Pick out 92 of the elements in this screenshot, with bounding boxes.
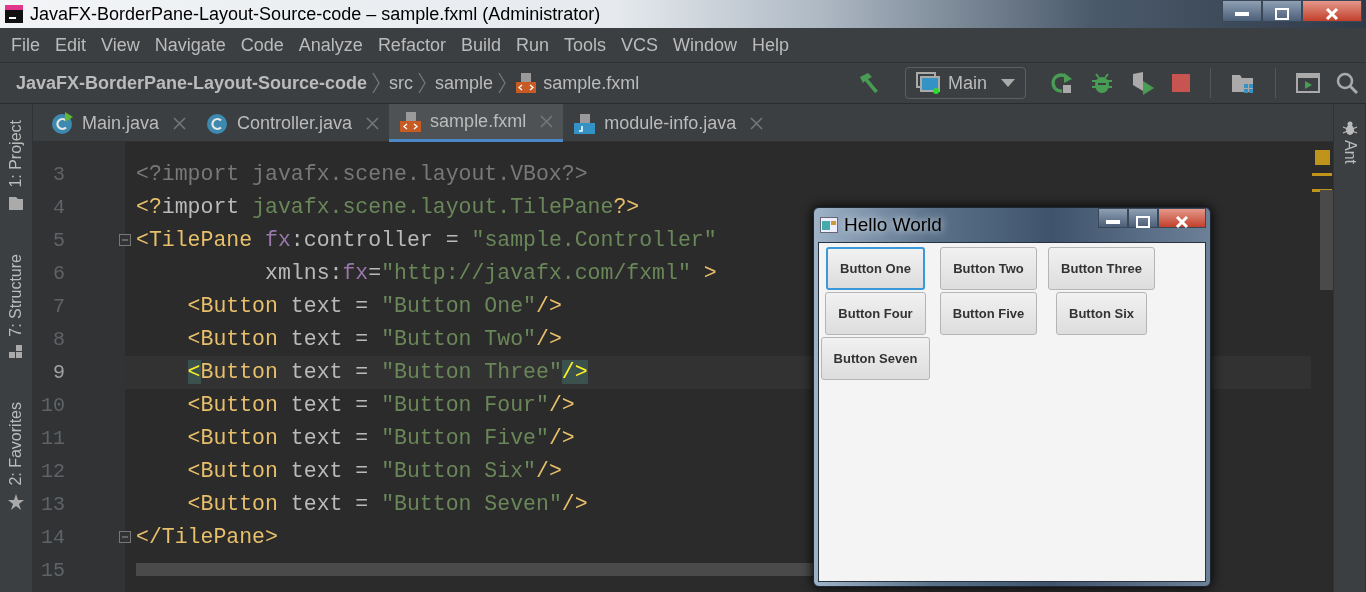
chevron-icon xyxy=(417,72,428,94)
minimize-button[interactable] xyxy=(1098,208,1128,228)
app-button[interactable]: Button Five xyxy=(939,292,1038,335)
tool-window-tab[interactable]: 1: Project xyxy=(4,120,28,188)
close-icon xyxy=(1325,7,1339,20)
code-line: <Button text = "Button Two"/> xyxy=(186,327,562,351)
coverage-icon[interactable] xyxy=(1130,71,1156,95)
app-button[interactable]: Button Three xyxy=(1048,247,1155,290)
code-line: <Button text = "Button Four"/> xyxy=(186,393,575,417)
menu-item[interactable]: Edit xyxy=(48,31,95,59)
file-icon xyxy=(399,110,423,133)
menu-item[interactable]: View xyxy=(94,31,148,59)
class-run-icon xyxy=(51,111,74,135)
window-title: Hello World xyxy=(844,212,942,237)
warning-marker[interactable] xyxy=(1312,173,1332,176)
minimize-icon xyxy=(1235,10,1249,17)
menu-item[interactable]: Tools xyxy=(556,31,614,59)
menu-item[interactable]: Help xyxy=(745,31,798,59)
code-line: <Button text = "Button Seven"/> xyxy=(186,492,588,516)
chevron-icon xyxy=(371,72,382,94)
app-button[interactable]: Button Two xyxy=(940,247,1037,290)
chevron-icon xyxy=(497,72,508,94)
tool-window-tab[interactable]: Ant xyxy=(1337,140,1362,164)
breadcrumb-item[interactable]: src xyxy=(389,69,414,97)
editor-tab[interactable]: sample.fxml xyxy=(389,104,564,142)
tool-window-tab[interactable]: 2: Favorites xyxy=(4,402,28,486)
line-number: 9 xyxy=(52,360,66,386)
folder-icon[interactable] xyxy=(1231,72,1255,94)
editor-tab[interactable]: Main.java xyxy=(41,104,197,142)
menu-item[interactable]: Build xyxy=(453,31,509,59)
code-line: <Button text = "Button One"/> xyxy=(186,294,562,318)
maximize-icon xyxy=(1136,215,1150,228)
menu-item[interactable]: Window xyxy=(666,31,746,59)
close-icon xyxy=(1175,215,1189,228)
code-line: <TilePane fx:controller = "sample.Controller" xyxy=(136,228,717,252)
bug-icon[interactable] xyxy=(1341,120,1358,136)
hammer-icon[interactable] xyxy=(857,71,881,95)
presentation-icon[interactable] xyxy=(1296,72,1320,94)
file-icon xyxy=(515,72,538,94)
folder-icon[interactable] xyxy=(8,195,24,212)
fold-icon[interactable] xyxy=(119,531,131,543)
structure-icon[interactable] xyxy=(8,344,24,361)
window-icon xyxy=(916,72,940,94)
menu-item[interactable]: File xyxy=(4,31,48,59)
app-button[interactable]: Button Seven xyxy=(820,337,931,380)
code-line: </TilePane> xyxy=(136,525,278,549)
code-line: xmlns:fx="http://javafx.com/fxml" > xyxy=(264,261,717,285)
rerun-icon[interactable] xyxy=(1050,71,1074,95)
close-icon[interactable] xyxy=(366,116,380,130)
app-button[interactable]: Button One xyxy=(826,247,925,290)
menu-item[interactable]: Navigate xyxy=(147,31,234,59)
close-button[interactable] xyxy=(1302,0,1362,22)
window-title: JavaFX-BorderPane-Layout-Source-code – sample.fxml (Administrator) xyxy=(30,2,601,26)
maximize-button[interactable] xyxy=(1128,208,1158,228)
close-icon[interactable] xyxy=(750,116,764,130)
editor-tab[interactable]: Controller.java xyxy=(196,104,390,142)
minimize-button[interactable] xyxy=(1222,0,1262,22)
app-icon xyxy=(820,217,838,233)
menu-item[interactable]: VCS xyxy=(614,31,666,59)
app-icon xyxy=(4,4,24,24)
menu-item[interactable]: Code xyxy=(233,31,292,59)
search-icon[interactable] xyxy=(1336,72,1358,94)
scrollbar[interactable] xyxy=(136,563,816,576)
scrollbar[interactable] xyxy=(1320,190,1333,290)
code-line: <Button text = "Button Five"/> xyxy=(186,426,575,450)
class-icon xyxy=(206,111,230,135)
bug-icon[interactable] xyxy=(1090,71,1114,95)
close-icon[interactable] xyxy=(173,116,187,130)
close-button[interactable] xyxy=(1158,208,1206,228)
maximize-icon xyxy=(1275,7,1289,20)
menu-item[interactable]: Analyze xyxy=(291,31,371,59)
editor-tab[interactable]: module-info.java xyxy=(563,104,774,142)
app-button[interactable]: Button Four xyxy=(825,292,926,335)
breadcrumb-item[interactable]: JavaFX-BorderPane-Layout-Source-code xyxy=(16,69,368,97)
code-line: <?import javafx.scene.layout.VBox?> xyxy=(136,162,588,186)
app-button[interactable]: Button Six xyxy=(1056,292,1147,335)
warning-marker[interactable] xyxy=(1314,150,1330,165)
code-line: <Button text = "Button Six"/> xyxy=(186,459,562,483)
minimize-icon xyxy=(1106,218,1120,225)
breadcrumb-item[interactable]: sample xyxy=(435,69,494,97)
star-icon[interactable] xyxy=(8,493,24,510)
menu-item[interactable]: Run xyxy=(508,31,557,59)
file-icon xyxy=(573,111,597,135)
code-line: <?import javafx.scene.layout.TilePane?> xyxy=(136,195,640,219)
tool-window-tab[interactable]: 7: Structure xyxy=(4,253,28,337)
breadcrumb-item[interactable]: sample.fxml xyxy=(543,69,640,97)
fold-icon[interactable] xyxy=(119,234,131,246)
maximize-button[interactable] xyxy=(1262,0,1302,22)
code-line: <Button text = "Button Three"/> xyxy=(186,360,588,384)
menu-item[interactable]: Refactor xyxy=(370,31,454,59)
caret-icon xyxy=(1001,79,1015,87)
run-configuration-dropdown[interactable]: Main xyxy=(905,67,1026,99)
